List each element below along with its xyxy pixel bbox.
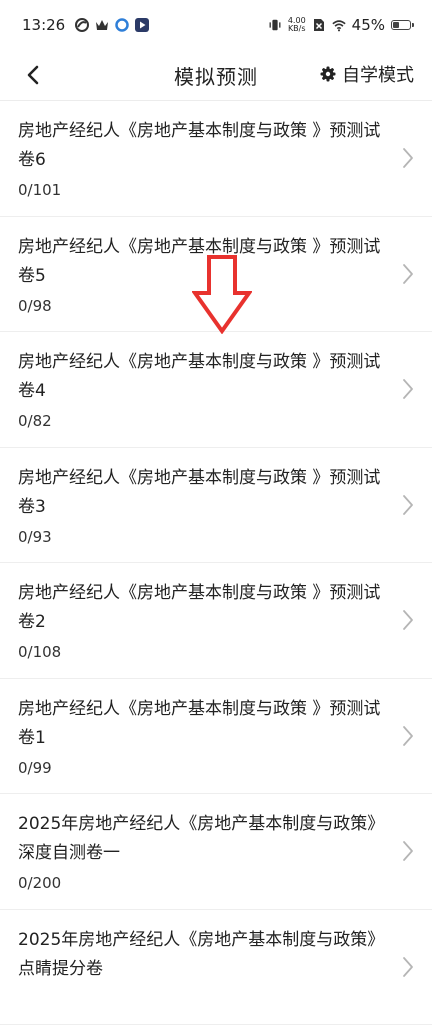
status-bar: 13:26 4.00 KB/s 45%: [0, 0, 432, 50]
item-progress: 0/98: [18, 297, 382, 315]
chevron-right-icon: [402, 840, 414, 862]
play-app-icon: [135, 18, 149, 32]
self-study-mode-button[interactable]: 自学模式: [320, 61, 414, 87]
chevron-right-icon: [402, 609, 414, 631]
net-speed: 4.00 KB/s: [288, 17, 306, 33]
chevron-right-icon: [402, 956, 414, 978]
mode-label: 自学模式: [342, 61, 414, 87]
list-item[interactable]: 房地产经纪人《房地产基本制度与政策 》预测试卷1 0/99: [0, 679, 432, 795]
status-left: 13:26: [22, 16, 149, 34]
exam-list: 房地产经纪人《房地产基本制度与政策 》预测试卷6 0/101 房地产经纪人《房地…: [0, 101, 432, 1025]
chevron-right-icon: [402, 725, 414, 747]
chevron-right-icon: [402, 147, 414, 169]
chevron-right-icon: [402, 263, 414, 285]
swirl-app-icon: [75, 18, 89, 32]
item-progress: 0/101: [18, 181, 382, 199]
item-title: 房地产经纪人《房地产基本制度与政策 》预测试卷5: [18, 233, 382, 291]
chevron-right-icon: [402, 378, 414, 400]
item-progress: 0/93: [18, 528, 382, 546]
status-time: 13:26: [22, 16, 65, 34]
wifi-icon: [332, 18, 346, 32]
gear-icon: [320, 66, 336, 82]
item-progress: 0/200: [18, 874, 382, 892]
item-title: 房地产经纪人《房地产基本制度与政策 》预测试卷3: [18, 464, 382, 522]
page-title: 模拟预测: [174, 61, 258, 90]
battery-icon: [391, 20, 414, 30]
item-title: 房地产经纪人《房地产基本制度与政策 》预测试卷2: [18, 579, 382, 637]
vibrate-icon: [268, 18, 282, 32]
nav-bar: 模拟预测 自学模式: [0, 50, 432, 101]
list-item[interactable]: 房地产经纪人《房地产基本制度与政策 》预测试卷2 0/108: [0, 563, 432, 679]
list-item[interactable]: 房地产经纪人《房地产基本制度与政策 》预测试卷5 0/98: [0, 217, 432, 333]
net-speed-unit: KB/s: [288, 25, 306, 33]
item-title: 房地产经纪人《房地产基本制度与政策 》预测试卷1: [18, 695, 382, 753]
no-sim-icon: [312, 18, 326, 32]
list-item[interactable]: 房地产经纪人《房地产基本制度与政策 》预测试卷3 0/93: [0, 448, 432, 564]
crown-icon: [95, 18, 109, 32]
back-button[interactable]: [18, 60, 48, 90]
item-progress: 0/82: [18, 412, 382, 430]
list-item[interactable]: 房地产经纪人《房地产基本制度与政策 》预测试卷6 0/101: [0, 101, 432, 217]
list-item[interactable]: 2025年房地产经纪人《房地产基本制度与政策》深度自测卷一 0/200: [0, 794, 432, 910]
item-title: 2025年房地产经纪人《房地产基本制度与政策》深度自测卷一: [18, 810, 382, 868]
item-title: 房地产经纪人《房地产基本制度与政策 》预测试卷6: [18, 117, 382, 175]
ring-app-icon: [115, 18, 129, 32]
chevron-right-icon: [402, 494, 414, 516]
item-progress: 0/108: [18, 643, 382, 661]
item-title: 2025年房地产经纪人《房地产基本制度与政策》点睛提分卷: [18, 926, 382, 984]
item-title: 房地产经纪人《房地产基本制度与政策 》预测试卷4: [18, 348, 382, 406]
item-progress: 0/99: [18, 759, 382, 777]
battery-percent: 45%: [352, 16, 385, 34]
list-item[interactable]: 房地产经纪人《房地产基本制度与政策 》预测试卷4 0/82: [0, 332, 432, 448]
status-right: 4.00 KB/s 45%: [268, 16, 414, 34]
chevron-left-icon: [26, 65, 40, 85]
list-item[interactable]: 2025年房地产经纪人《房地产基本制度与政策》点睛提分卷: [0, 910, 432, 1025]
